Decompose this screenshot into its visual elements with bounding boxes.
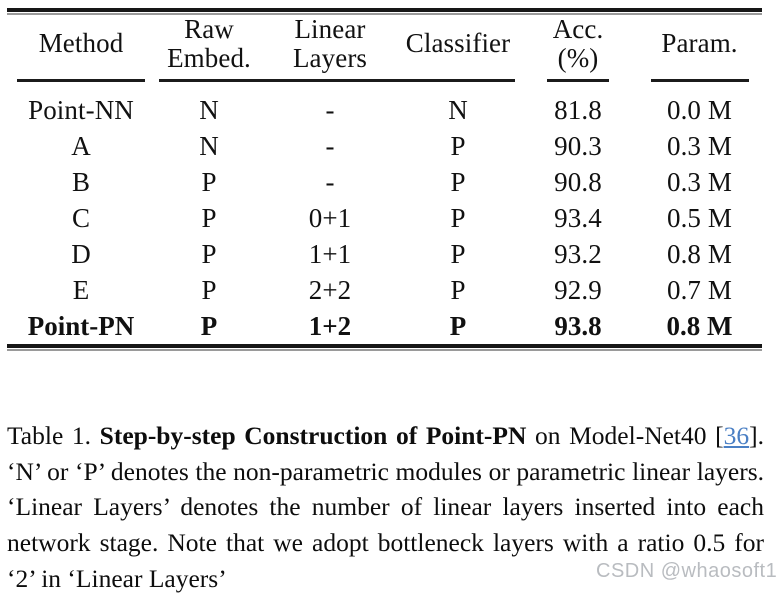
- midrule-cell-span: [155, 72, 519, 84]
- table-cell-raw: P: [201, 202, 217, 233]
- caption-title: Step-by-step Construction of Point-PN: [99, 421, 527, 450]
- caption-text-before-cite: on Model-Net40 [: [526, 421, 724, 450]
- table-cell-method: C: [71, 202, 91, 233]
- table-midrule-row: [7, 72, 762, 84]
- column-header-raw-embed: Raw Embed.: [155, 15, 263, 72]
- table-cell-raw: P: [201, 166, 217, 197]
- table-cell-param: 0.5 M: [666, 202, 732, 233]
- caption-citation-link[interactable]: 36: [724, 421, 750, 450]
- table-cell-linear: -: [325, 94, 335, 125]
- table-caption: Table 1. Step-by-step Construction of Po…: [7, 418, 764, 596]
- caption-label: Table 1.: [7, 421, 92, 450]
- table-header-row: Method Raw Embed. Linear Layers Classifi…: [7, 15, 762, 72]
- table-cell-acc: 81.8: [554, 94, 602, 125]
- table-cell-method: E: [72, 274, 90, 305]
- table-header: Method Raw Embed. Linear Layers Classifi…: [7, 15, 762, 84]
- table-cell-classifier: P: [450, 274, 466, 305]
- results-table-container: Method Raw Embed. Linear Layers Classifi…: [7, 8, 762, 352]
- table-row: Point-PN P 1+2 P 93.8 0.8 M: [7, 308, 762, 344]
- table-cell-param: 0.7 M: [666, 274, 732, 305]
- table-cell-method: D: [71, 238, 91, 269]
- table-cell-acc: 93.2: [554, 238, 602, 269]
- table-row: C P 0+1 P 93.4 0.5 M: [7, 200, 762, 236]
- table-cell-classifier: N: [448, 94, 468, 125]
- column-header-classifier-line1: Classifier: [405, 28, 511, 59]
- midrule-acc: [547, 78, 609, 82]
- column-header-acc-line1: Acc.: [552, 14, 604, 44]
- table-cell-param: 0.8 M: [666, 238, 732, 269]
- table-cell-raw: P: [200, 310, 218, 341]
- table-cell-raw: N: [199, 94, 219, 125]
- table-row: E P 2+2 P 92.9 0.7 M: [7, 272, 762, 308]
- table-cell-linear: 0+1: [308, 202, 352, 233]
- column-header-linear-layers-line1: Linear: [294, 14, 366, 44]
- midrule-method: [17, 78, 145, 82]
- table-cell-param: 0.3 M: [666, 130, 732, 161]
- table-cell-method: B: [71, 166, 91, 197]
- table-bottom-rule-thin: [7, 349, 762, 352]
- column-header-param: Param.: [637, 15, 762, 72]
- table-cell-classifier: P: [450, 202, 466, 233]
- table-cell-linear: 1+2: [308, 310, 352, 341]
- table-cell-linear: 2+2: [308, 274, 352, 305]
- column-header-linear-layers: Linear Layers: [263, 15, 397, 72]
- table-cell-classifier: P: [450, 130, 466, 161]
- table-cell-classifier: P: [450, 238, 466, 269]
- table-cell-classifier: P: [449, 310, 467, 341]
- table-cell-acc: 93.8: [554, 310, 602, 341]
- table-top-rule-thick: [7, 8, 762, 12]
- column-header-classifier: Classifier: [397, 15, 519, 72]
- table-cell-raw: P: [201, 274, 217, 305]
- table-row: A N - P 90.3 0.3 M: [7, 128, 762, 164]
- midrule-cell-acc: [519, 72, 637, 84]
- table-cell-acc: 92.9: [554, 274, 602, 305]
- table-cell-method: Point-PN: [27, 310, 135, 341]
- midrule-param: [650, 78, 749, 82]
- midrule-cell-method: [7, 72, 155, 84]
- column-header-acc-line2: (%): [557, 42, 599, 73]
- column-header-method: Method: [7, 15, 155, 72]
- table-cell-linear: -: [325, 166, 335, 197]
- midrule-span-raw-linear-classifier: [159, 78, 515, 82]
- table-bottom-rule-thick: [7, 344, 762, 349]
- column-header-linear-layers-line2: Layers: [292, 42, 368, 73]
- table-cell-param: 0.8 M: [666, 310, 733, 341]
- table-cell-acc: 90.3: [554, 130, 602, 161]
- table-cell-acc: 90.8: [554, 166, 602, 197]
- results-table: Method Raw Embed. Linear Layers Classifi…: [7, 15, 762, 344]
- table-cell-param: 0.0 M: [666, 94, 732, 125]
- column-header-method-line1: Method: [38, 28, 124, 59]
- table-cell-method: A: [71, 130, 91, 161]
- midrule-cell-param: [637, 72, 762, 84]
- table-cell-raw: N: [199, 130, 219, 161]
- table-row: B P - P 90.8 0.3 M: [7, 164, 762, 200]
- table-cell-param: 0.3 M: [666, 166, 732, 197]
- table-cell-linear: -: [325, 130, 335, 161]
- column-header-raw-embed-line2: Embed.: [167, 42, 251, 73]
- table-cell-raw: P: [201, 238, 217, 269]
- column-header-param-line1: Param.: [661, 28, 738, 59]
- table-row: Point-NN N - N 81.8 0.0 M: [7, 84, 762, 128]
- table-body: Point-NN N - N 81.8 0.0 M A N - P 90.3 0.3 M B P - P 90.…: [7, 84, 762, 344]
- table-cell-acc: 93.4: [554, 202, 602, 233]
- table-row: D P 1+1 P 93.2 0.8 M: [7, 236, 762, 272]
- table-cell-classifier: P: [450, 166, 466, 197]
- column-header-acc: Acc. (%): [519, 15, 637, 72]
- table-cell-method: Point-NN: [28, 94, 134, 125]
- column-header-raw-embed-line1: Raw: [184, 14, 234, 44]
- paper-table-figure: Method Raw Embed. Linear Layers Classifi…: [0, 0, 776, 600]
- table-cell-linear: 1+1: [308, 238, 352, 269]
